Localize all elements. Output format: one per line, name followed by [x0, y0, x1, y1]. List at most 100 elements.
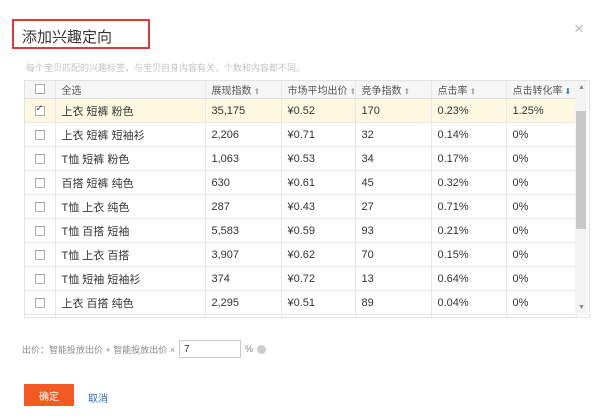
- bid-percent-input[interactable]: [179, 340, 242, 358]
- column-header-label: 竞争指数: [361, 86, 402, 97]
- ctr-cell: 0.64%: [431, 266, 507, 291]
- column-header-label: 点击率: [437, 86, 468, 97]
- table-row[interactable]: 夏装 短袖 小衫 百搭 短袖 短袖衫46¥0.9240%-: [25, 314, 577, 317]
- cvr-cell: -: [506, 314, 577, 317]
- column-header-avg-bid[interactable]: 市场平均出价⬆: [281, 81, 356, 99]
- scroll-up-icon[interactable]: ▲: [578, 84, 585, 91]
- sort-icon[interactable]: ⬆: [254, 87, 261, 96]
- column-header-label: 点击转化率: [512, 86, 563, 97]
- table-header-row: 全选 展现指数⬆ 市场平均出价⬆ 竞争指数⬆ 点击率⬆ 点击转化率⬇: [25, 81, 577, 99]
- table-row[interactable]: T恤 短裤 粉色 1,063 ¥0.53 34 0.17% 0%: [25, 146, 577, 171]
- column-header-label: 市场平均出价: [287, 86, 348, 97]
- impressions-cell: 630: [205, 170, 282, 195]
- bid-unit: %: [245, 344, 254, 354]
- row-checkbox[interactable]: [34, 103, 45, 116]
- row-checkbox[interactable]: [34, 225, 45, 236]
- competition-cell: 4: [355, 314, 432, 317]
- bid-label: 出价：智能投放出价 + 智能投放出价 ×: [22, 344, 176, 355]
- row-checkbox-cell[interactable]: [25, 242, 56, 267]
- interest-label: 上衣 短裤 短袖衫: [55, 122, 206, 147]
- impressions-cell: 1,063: [205, 146, 282, 171]
- competition-cell: 27: [355, 194, 432, 219]
- interest-label: 夏装 短袖 小衫 百搭 短袖 短袖衫: [55, 314, 206, 317]
- interest-label: 上衣 百搭 纯色: [55, 290, 206, 315]
- interest-label: 上衣 短裤 粉色: [55, 98, 206, 123]
- competition-cell: 170: [355, 98, 432, 123]
- interest-label: T恤 上衣 纯色: [55, 194, 206, 219]
- ctr-cell: 0.23%: [431, 98, 507, 123]
- table-row[interactable]: T恤 上衣 纯色 287 ¥0.43 27 0.71% 0%: [25, 194, 577, 219]
- table-row[interactable]: T恤 上衣 百搭 3,907 ¥0.62 70 0.15% 0%: [25, 242, 577, 267]
- avg-bid-cell: ¥0.52: [281, 98, 356, 123]
- avg-bid-cell: ¥0.59: [281, 218, 356, 243]
- avg-bid-cell: ¥0.71: [281, 122, 356, 147]
- cvr-cell: 0%: [506, 170, 577, 195]
- close-icon[interactable]: ×: [574, 19, 584, 39]
- scroll-thumb[interactable]: [576, 111, 586, 229]
- cvr-cell: 0%: [506, 146, 577, 171]
- avg-bid-cell: ¥0.51: [281, 290, 356, 315]
- table-scrollbar[interactable]: ▲ ▼: [575, 81, 587, 315]
- scroll-down-icon[interactable]: ▼: [578, 304, 585, 311]
- row-checkbox-cell[interactable]: [25, 290, 56, 315]
- row-checkbox-cell[interactable]: [25, 146, 56, 171]
- competition-cell: 89: [355, 290, 432, 315]
- ctr-cell: 0.71%: [431, 194, 507, 219]
- ctr-cell: 0.14%: [431, 122, 507, 147]
- interest-label: T恤 百搭 短袖: [55, 218, 206, 243]
- row-checkbox-cell[interactable]: [25, 266, 56, 291]
- row-checkbox[interactable]: [34, 273, 45, 284]
- confirm-button[interactable]: 确定: [24, 384, 74, 406]
- competition-cell: 93: [355, 218, 432, 243]
- impressions-cell: 287: [205, 194, 282, 219]
- row-checkbox[interactable]: [34, 177, 45, 188]
- table-row[interactable]: 百搭 短裤 纯色 630 ¥0.61 45 0.32% 0%: [25, 170, 577, 195]
- avg-bid-cell: ¥0.43: [281, 194, 356, 219]
- row-checkbox-cell[interactable]: [25, 314, 56, 317]
- sort-icon[interactable]: ⬆: [404, 87, 411, 96]
- sort-icon[interactable]: ⬆: [470, 87, 477, 96]
- table-row[interactable]: T恤 百搭 短袖 5,583 ¥0.59 93 0.21% 0%: [25, 218, 577, 243]
- table-row[interactable]: 上衣 短裤 粉色35,175¥0.521700.23%1.25%: [25, 98, 577, 123]
- table-row[interactable]: 上衣 百搭 纯色 2,295 ¥0.51 89 0.04% 0%: [25, 290, 577, 315]
- avg-bid-cell: ¥0.53: [281, 146, 356, 171]
- row-checkbox-cell[interactable]: [25, 218, 56, 243]
- ctr-cell: 0%: [431, 314, 507, 317]
- dialog-description: 每个宝贝匹配的兴趣标签，与宝贝自身内容有关，个数和内容都不同。: [26, 63, 306, 73]
- row-checkbox-cell[interactable]: [25, 98, 56, 123]
- row-checkbox[interactable]: [34, 297, 45, 308]
- ctr-cell: 0.15%: [431, 242, 507, 267]
- column-header-ctr[interactable]: 点击率 ⬆: [431, 81, 507, 99]
- row-checkbox[interactable]: [34, 249, 45, 260]
- column-header-cvr[interactable]: 点击转化率 ⬇: [506, 81, 577, 99]
- sort-desc-icon[interactable]: ⬇: [565, 87, 572, 96]
- ctr-cell: 0.21%: [431, 218, 507, 243]
- competition-cell: 45: [355, 170, 432, 195]
- competition-cell: 70: [355, 242, 432, 267]
- avg-bid-cell: ¥0.62: [281, 242, 356, 267]
- cancel-link[interactable]: 取消: [88, 390, 108, 405]
- row-checkbox[interactable]: [34, 201, 45, 212]
- interest-table: 全选 展现指数⬆ 市场平均出价⬆ 竞争指数⬆ 点击率⬆ 点击转化率⬇ 上衣 短裤…: [24, 80, 590, 318]
- sort-icon[interactable]: ⬆: [350, 87, 355, 96]
- row-checkbox-cell[interactable]: [25, 194, 56, 219]
- info-icon[interactable]: [257, 344, 267, 354]
- row-checkbox[interactable]: [34, 129, 45, 140]
- select-all-label[interactable]: 全选: [55, 81, 206, 99]
- select-all-checkbox[interactable]: [34, 84, 45, 95]
- table-row[interactable]: 上衣 短裤 短袖衫 2,206 ¥0.71 32 0.14% 0%: [25, 122, 577, 147]
- competition-cell: 32: [355, 122, 432, 147]
- row-checkbox-cell[interactable]: [25, 170, 56, 195]
- competition-cell: 13: [355, 266, 432, 291]
- impressions-cell: 374: [205, 266, 282, 291]
- cvr-cell: 0%: [506, 122, 577, 147]
- column-header-competition[interactable]: 竞争指数 ⬆: [355, 81, 432, 99]
- table-row[interactable]: T恤 短袖 短袖衫 374 ¥0.72 13 0.64% 0%: [25, 266, 577, 291]
- competition-cell: 34: [355, 146, 432, 171]
- row-checkbox[interactable]: [34, 153, 45, 164]
- impressions-cell: 46: [205, 314, 282, 317]
- interest-label: T恤 短袖 短袖衫: [55, 266, 206, 291]
- row-checkbox-cell[interactable]: [25, 122, 56, 147]
- select-all-checkbox-cell[interactable]: [25, 81, 56, 99]
- column-header-impressions[interactable]: 展现指数 ⬆: [205, 81, 282, 99]
